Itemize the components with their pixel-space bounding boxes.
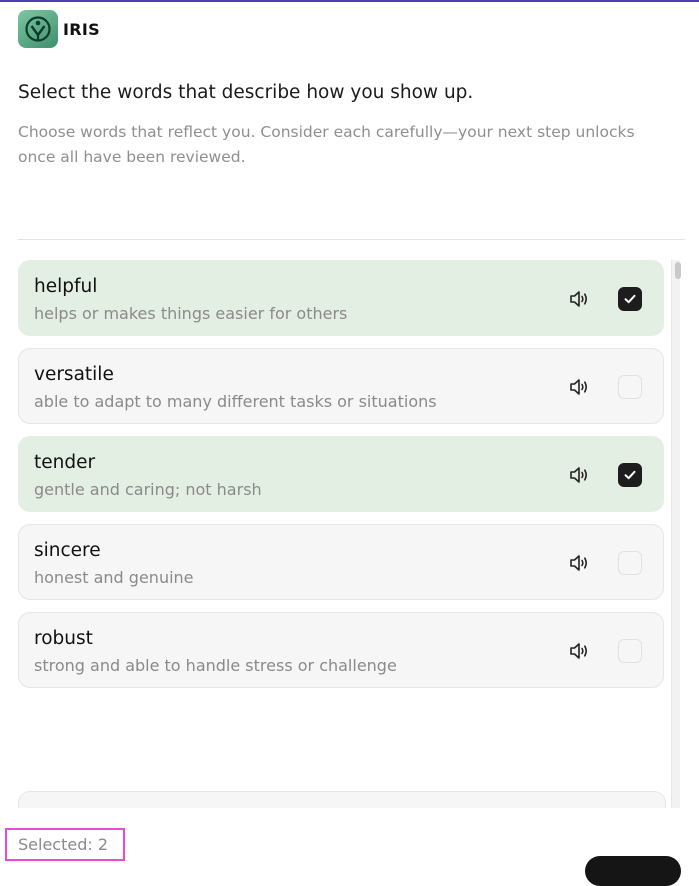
word-checkbox[interactable]: [618, 639, 642, 663]
next-button[interactable]: [585, 856, 681, 886]
word-checkbox[interactable]: [618, 287, 642, 311]
page-title: Select the words that describe how you s…: [18, 82, 474, 103]
scrollbar-track[interactable]: [671, 260, 680, 808]
iris-logo-icon: [18, 10, 58, 48]
page-subtitle: Choose words that reflect you. Consider …: [18, 123, 635, 166]
speaker-icon[interactable]: [568, 641, 590, 661]
word-card-tender[interactable]: tender gentle and caring; not harsh: [18, 436, 664, 512]
selected-count: Selected: 2: [5, 828, 125, 861]
speaker-icon[interactable]: [568, 377, 590, 397]
word-card-versatile[interactable]: versatile able to adapt to many different…: [18, 348, 664, 424]
word-definition: strong and able to handle stress or chal…: [34, 656, 397, 675]
word-title: tender: [34, 452, 96, 473]
word-definition: helps or makes things easier for others: [34, 304, 348, 323]
speaker-icon[interactable]: [568, 289, 590, 309]
word-definition: able to adapt to many different tasks or…: [34, 392, 437, 411]
word-card-helpful[interactable]: helpful helps or makes things easier for …: [18, 260, 664, 336]
app-name: IRIS: [63, 19, 100, 39]
word-card-sincere[interactable]: sincere honest and genuine: [18, 524, 664, 600]
app-header: IRIS: [18, 10, 100, 48]
word-title: helpful: [34, 276, 98, 297]
speaker-icon[interactable]: [568, 553, 590, 573]
check-icon: [623, 468, 637, 482]
divider: [18, 239, 685, 240]
word-checkbox[interactable]: [618, 463, 642, 487]
check-icon: [623, 292, 637, 306]
word-title: sincere: [34, 540, 101, 561]
word-checkbox[interactable]: [618, 551, 642, 575]
word-title: robust: [34, 628, 93, 649]
scrollbar-thumb[interactable]: [675, 262, 681, 279]
word-definition: gentle and caring; not harsh: [34, 480, 262, 499]
word-title: versatile: [34, 364, 114, 385]
speaker-icon[interactable]: [568, 465, 590, 485]
word-checkbox[interactable]: [618, 375, 642, 399]
word-card-robust[interactable]: robust strong and able to handle stress o…: [18, 612, 664, 688]
top-accent-line: [0, 0, 699, 2]
word-definition: honest and genuine: [34, 568, 194, 587]
